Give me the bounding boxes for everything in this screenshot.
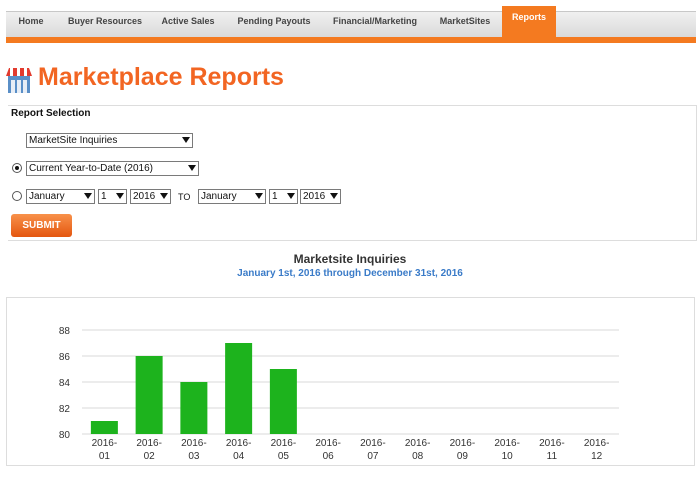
from-day-select[interactable]: 1 xyxy=(98,189,127,204)
tab-home[interactable]: Home xyxy=(6,12,56,39)
bar-2016-02 xyxy=(135,356,163,434)
to-day-select[interactable]: 1 xyxy=(269,189,298,204)
chart-subtitle: January 1st, 2016 through December 31st,… xyxy=(237,268,463,279)
to-day-value: 1 xyxy=(272,191,278,202)
storefront-icon xyxy=(6,68,32,93)
from-year-select[interactable]: 2016 xyxy=(130,189,171,204)
tab-marketsites[interactable]: MarketSites xyxy=(430,12,500,39)
x-tick-label: 03 xyxy=(188,451,200,462)
to-year-value: 2016 xyxy=(303,191,326,202)
to-label: TO xyxy=(178,192,191,202)
from-year-value: 2016 xyxy=(133,191,156,202)
x-tick-label: 2016- xyxy=(405,438,431,449)
chevron-down-icon xyxy=(330,193,338,199)
x-tick-label: 10 xyxy=(502,451,514,462)
chevron-down-icon xyxy=(188,165,196,171)
tab-financial-marketing[interactable]: Financial/Marketing xyxy=(322,12,428,39)
x-tick-label: 09 xyxy=(457,451,469,462)
chevron-down-icon xyxy=(287,193,295,199)
chevron-down-icon xyxy=(255,193,263,199)
x-tick-label: 2016- xyxy=(136,438,162,449)
from-month-select[interactable]: January xyxy=(26,189,95,204)
chevron-down-icon xyxy=(160,193,168,199)
tab-pending-payouts[interactable]: Pending Payouts xyxy=(228,12,320,39)
top-nav: Home Buyer Resources Active Sales Pendin… xyxy=(6,6,696,39)
nav-accent-bar xyxy=(6,37,696,43)
x-tick-label: 2016- xyxy=(450,438,476,449)
x-tick-label: 12 xyxy=(591,451,603,462)
report-type-select[interactable]: MarketSite Inquiries xyxy=(26,133,193,148)
preset-range-radio[interactable] xyxy=(12,163,22,173)
page-title: Marketplace Reports xyxy=(38,63,284,91)
x-tick-label: 2016- xyxy=(271,438,297,449)
bar-2016-03 xyxy=(180,382,208,434)
x-tick-label: 11 xyxy=(547,451,558,462)
bar-2016-01 xyxy=(90,421,118,434)
chevron-down-icon xyxy=(116,193,124,199)
y-tick-label: 86 xyxy=(59,352,71,363)
custom-range-radio[interactable] xyxy=(12,191,22,201)
to-month-value: January xyxy=(201,191,237,202)
x-tick-label: 04 xyxy=(233,451,245,462)
x-tick-label: 2016- xyxy=(315,438,341,449)
x-tick-label: 2016- xyxy=(539,438,565,449)
y-tick-label: 82 xyxy=(59,404,71,415)
to-month-select[interactable]: January xyxy=(198,189,266,204)
to-year-select[interactable]: 2016 xyxy=(300,189,341,204)
x-tick-label: 01 xyxy=(99,451,111,462)
bar-2016-04 xyxy=(225,343,253,434)
x-tick-label: 08 xyxy=(412,451,424,462)
x-tick-label: 02 xyxy=(144,451,156,462)
x-tick-label: 2016- xyxy=(92,438,118,449)
y-tick-label: 80 xyxy=(59,430,71,441)
from-month-value: January xyxy=(29,191,65,202)
chart-title: Marketsite Inquiries xyxy=(293,252,407,266)
x-tick-label: 07 xyxy=(367,451,379,462)
y-tick-label: 84 xyxy=(59,378,71,389)
bar-chart: 80 82 84 86 88 2016- 01 2016- 02 2016- 03 2016- 04 20… xyxy=(59,326,619,462)
preset-range-value: Current Year-to-Date (2016) xyxy=(29,163,153,174)
preset-range-select[interactable]: Current Year-to-Date (2016) xyxy=(26,161,199,176)
x-tick-label: 2016- xyxy=(226,438,252,449)
report-selection-panel: Report Selection MarketSite Inquiries Cu… xyxy=(8,105,697,241)
x-tick-label: 2016- xyxy=(584,438,610,449)
tab-reports[interactable]: Reports xyxy=(502,6,556,39)
from-day-value: 1 xyxy=(101,191,107,202)
x-tick-label: 2016- xyxy=(360,438,386,449)
x-tick-label: 06 xyxy=(323,451,335,462)
chart-panel: 80 82 84 86 88 2016- 01 2016- 02 2016- 03 2016- 04 20… xyxy=(6,297,695,466)
bar-2016-05 xyxy=(269,369,297,434)
submit-button[interactable]: SUBMIT xyxy=(11,214,72,237)
chevron-down-icon xyxy=(182,137,190,143)
chevron-down-icon xyxy=(84,193,92,199)
x-tick-label: 2016- xyxy=(494,438,520,449)
tab-active-sales[interactable]: Active Sales xyxy=(152,12,224,39)
report-selection-label: Report Selection xyxy=(11,108,91,119)
y-tick-label: 88 xyxy=(59,326,71,337)
tab-buyer-resources[interactable]: Buyer Resources xyxy=(58,12,152,39)
report-type-value: MarketSite Inquiries xyxy=(29,135,118,146)
x-tick-label: 2016- xyxy=(181,438,207,449)
x-tick-label: 05 xyxy=(278,451,290,462)
